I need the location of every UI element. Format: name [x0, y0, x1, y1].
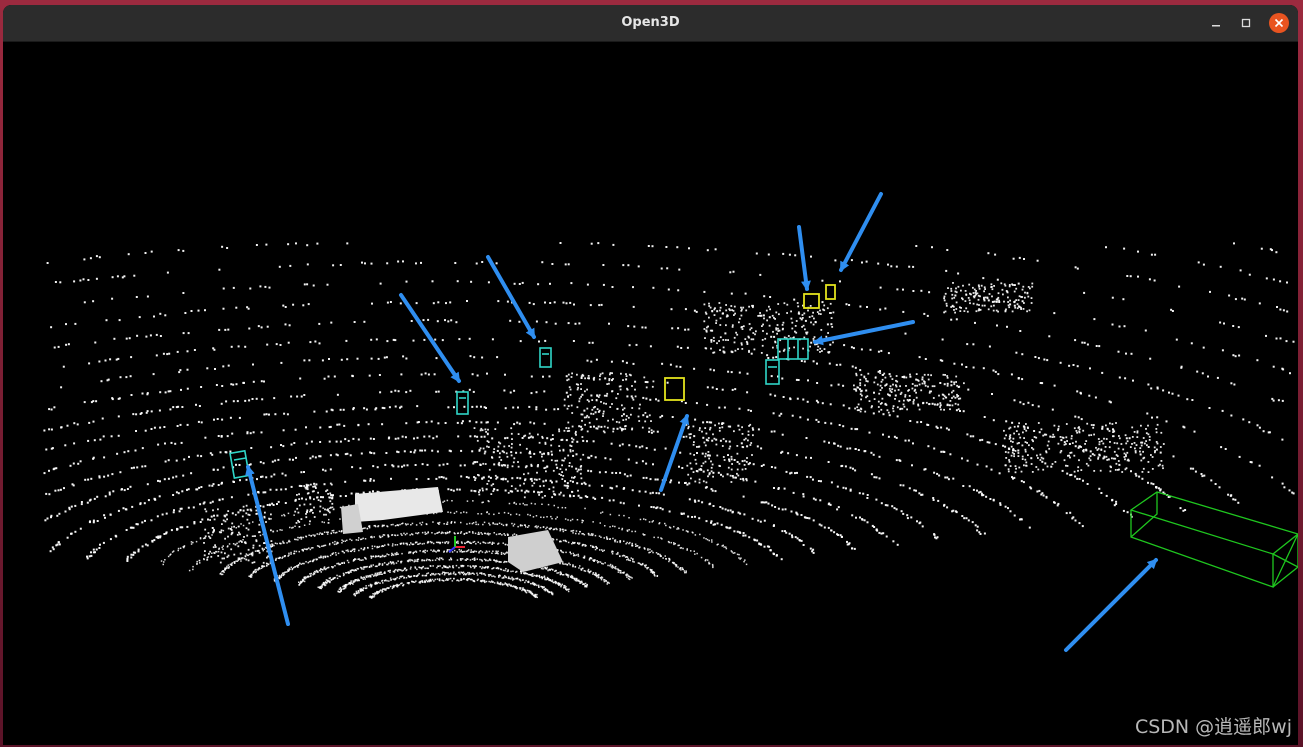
title-bar[interactable]: Open3D — [3, 5, 1298, 42]
window-title: Open3D — [621, 15, 680, 30]
close-button[interactable] — [1269, 13, 1289, 33]
annotation-arrow — [813, 320, 915, 346]
pedestrian-bounding-box — [664, 377, 685, 401]
car-bounding-box — [456, 391, 469, 415]
coordinate-axes-icon — [448, 536, 465, 553]
maximize-button[interactable] — [1236, 13, 1256, 33]
point-cloud-scene[interactable] — [3, 42, 1298, 745]
annotation-arrows — [245, 192, 1158, 652]
watermark: CSDN @逍遥郎wj — [1134, 716, 1292, 738]
annotation-arrow — [1064, 558, 1158, 652]
annotation-arrow — [399, 293, 461, 383]
maximize-icon — [1241, 18, 1251, 28]
annotation-arrow — [797, 225, 811, 291]
lidar-points — [43, 242, 1295, 599]
3d-viewport[interactable]: CSDN @逍遥郎wj — [3, 42, 1298, 745]
minimize-icon — [1212, 25, 1220, 27]
truck-bounding-box — [1129, 491, 1298, 588]
annotation-arrow — [486, 255, 536, 339]
open3d-window: Open3D CSDN @逍遥郎wj — [3, 5, 1298, 745]
annotation-arrow — [659, 414, 690, 492]
car-bounding-box — [539, 347, 552, 368]
minimize-button[interactable] — [1206, 13, 1226, 33]
annotation-arrow — [839, 192, 883, 272]
close-icon — [1274, 18, 1284, 28]
pedestrian-bounding-box — [825, 284, 836, 300]
car-bounding-box — [765, 359, 780, 385]
